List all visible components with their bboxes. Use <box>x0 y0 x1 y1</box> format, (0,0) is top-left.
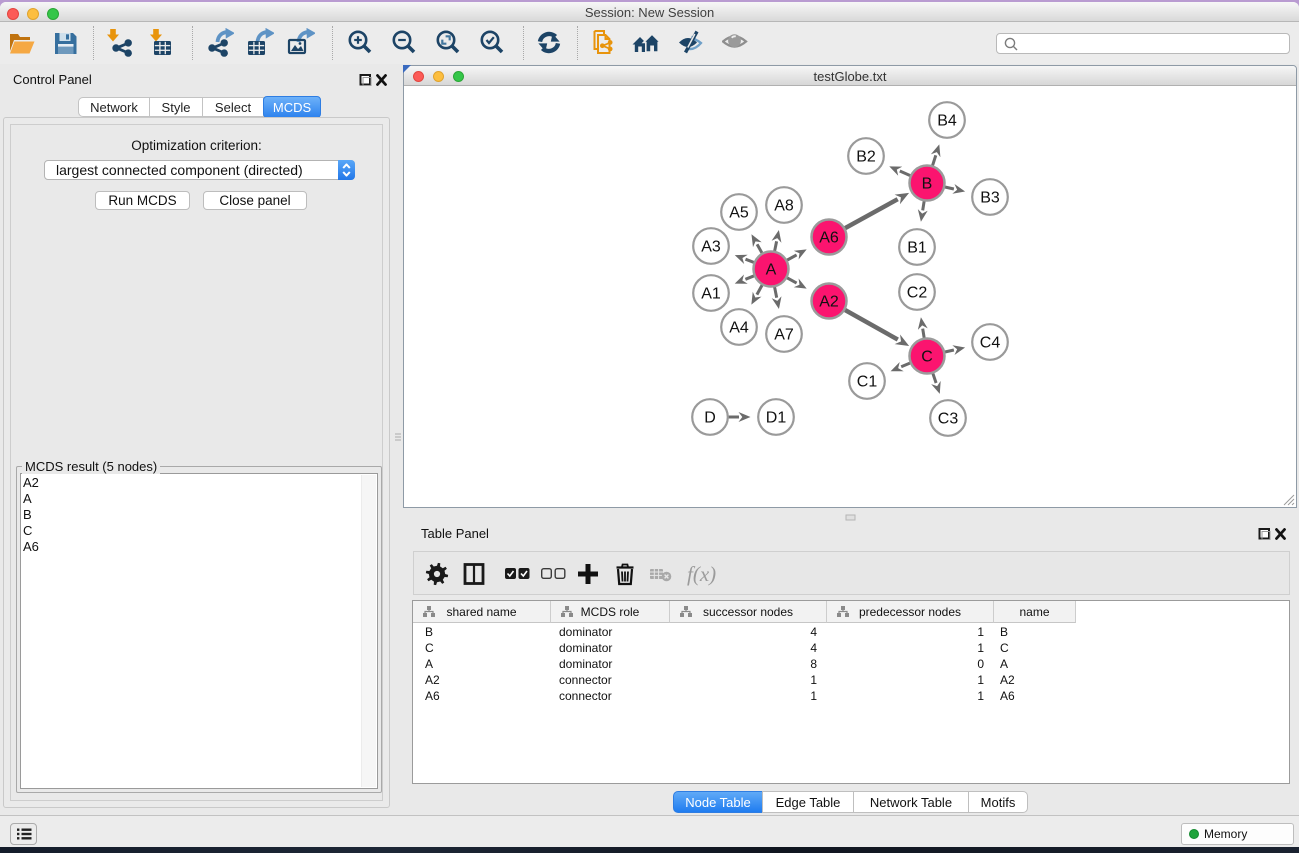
svg-text:A4: A4 <box>729 320 749 337</box>
svg-text:A1: A1 <box>701 286 721 303</box>
svg-text:A7: A7 <box>774 327 794 344</box>
svg-text:A5: A5 <box>729 205 749 222</box>
svg-text:A2: A2 <box>819 294 839 311</box>
svg-text:A3: A3 <box>701 239 721 256</box>
svg-text:D1: D1 <box>766 410 787 427</box>
svg-text:C2: C2 <box>907 285 928 302</box>
svg-text:B3: B3 <box>980 190 1000 207</box>
svg-text:f(x): f(x) <box>687 562 716 586</box>
svg-text:B1: B1 <box>907 240 927 257</box>
svg-text:A8: A8 <box>774 198 794 215</box>
svg-text:C1: C1 <box>857 374 878 391</box>
svg-text:D: D <box>704 410 716 427</box>
svg-text:A6: A6 <box>819 230 839 247</box>
svg-text:C: C <box>921 349 933 366</box>
svg-text:B2: B2 <box>856 149 876 166</box>
svg-text:A: A <box>766 262 777 279</box>
svg-text:B: B <box>922 176 933 193</box>
svg-text:C4: C4 <box>980 335 1001 352</box>
svg-text:C3: C3 <box>938 411 959 428</box>
svg-text:B4: B4 <box>937 113 957 130</box>
